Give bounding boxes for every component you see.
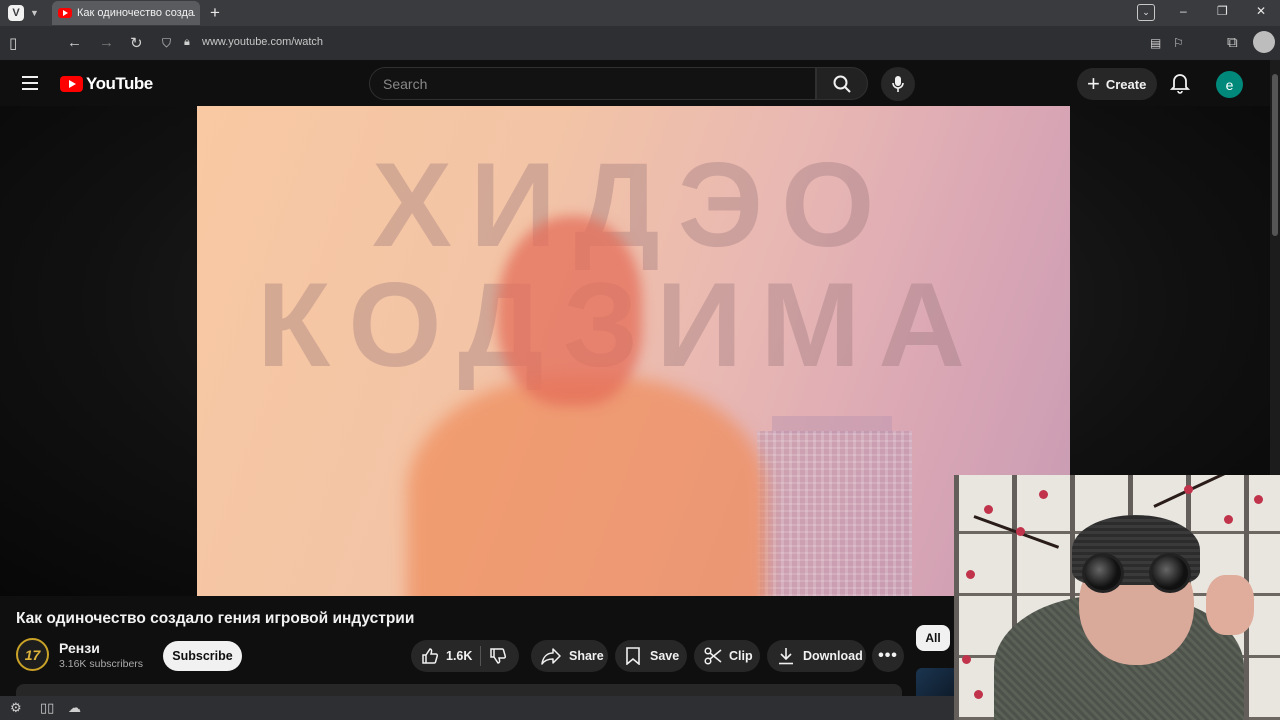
webcam-overlay — [954, 475, 1280, 720]
create-button[interactable]: + Create — [1077, 68, 1157, 100]
create-label: Create — [1105, 76, 1147, 92]
shield-icon[interactable]: ⛉ — [162, 36, 171, 51]
chevron-down-icon[interactable]: ▼ — [30, 8, 39, 18]
thumbs-up-icon — [422, 648, 439, 664]
voice-search-button[interactable] — [881, 67, 915, 101]
maximize-icon[interactable]: ❐ — [1217, 4, 1228, 18]
channel-avatar[interactable]: 17 — [16, 638, 49, 671]
like-count: 1.6K — [446, 649, 473, 663]
clip-button[interactable]: Clip — [694, 640, 760, 672]
youtube-logo-icon[interactable] — [60, 76, 83, 92]
bookmark-save-icon — [626, 647, 640, 665]
back-icon[interactable]: ← — [67, 34, 82, 51]
goggle-left — [1082, 553, 1124, 593]
bell-icon — [1169, 74, 1191, 94]
download-label: Download — [803, 649, 863, 663]
menu-icon[interactable] — [22, 76, 38, 94]
video-player[interactable]: ХИДЭО КОДЗИМА — [197, 106, 1070, 596]
forward-icon[interactable]: → — [99, 34, 114, 51]
goggle-right — [1149, 553, 1191, 593]
more-actions-button[interactable]: ••• — [872, 640, 904, 672]
blossom — [1254, 495, 1263, 504]
blossom — [1184, 485, 1193, 494]
chip-all[interactable]: All — [916, 625, 950, 651]
blossom — [1224, 515, 1233, 524]
share-icon — [541, 648, 561, 665]
clip-label: Clip — [729, 649, 753, 663]
tiling-icon[interactable]: ▯▯ — [40, 700, 54, 716]
lock-icon[interactable]: 🔒︎ — [184, 36, 190, 49]
tab-title: Как одиночество создало — [77, 7, 195, 19]
youtube-logo-text[interactable]: YouTube — [86, 74, 153, 94]
reload-icon[interactable]: ↻ — [130, 34, 143, 52]
description-box[interactable] — [16, 684, 902, 696]
thumbs-down-icon — [490, 648, 507, 664]
cloud-sync-icon[interactable]: ☁ — [68, 700, 81, 716]
vivaldi-logo[interactable]: V — [8, 5, 24, 21]
bookmark-icon[interactable]: ⚐ — [1173, 36, 1184, 50]
search-box — [369, 67, 816, 100]
extensions-icon[interactable]: ⧉ — [1227, 34, 1238, 51]
blossom — [966, 570, 975, 579]
video-title: Как одиночество создало гения игровой ин… — [16, 610, 415, 627]
subscribe-button[interactable]: Subscribe — [163, 641, 242, 671]
reader-icon[interactable]: ▤ — [1150, 36, 1161, 50]
person-silhouette-head — [497, 216, 642, 406]
browser-tab-bar: V ▼ Как одиночество создало + ⌄ – ❐ ✕ — [0, 0, 1280, 26]
save-button[interactable]: Save — [615, 640, 687, 672]
blossom — [984, 505, 993, 514]
blossom — [974, 690, 983, 699]
building — [757, 431, 912, 596]
person-silhouette-body — [407, 376, 767, 596]
url-field[interactable]: www.youtube.com/watch — [202, 36, 323, 48]
minimize-icon[interactable]: – — [1180, 4, 1187, 18]
search-input[interactable] — [370, 68, 815, 99]
blossom — [962, 655, 971, 664]
notifications-button[interactable] — [1169, 72, 1191, 99]
recommended-video-thumbnail[interactable] — [916, 668, 956, 696]
browser-status-bar: ⚙ ▯▯ ☁ — [0, 696, 954, 720]
scroll-thumb[interactable] — [1272, 74, 1278, 236]
like-separator — [480, 646, 482, 666]
youtube-header: YouTube + Create e — [0, 60, 1270, 106]
dislike-button[interactable] — [489, 647, 507, 665]
plus-icon: + — [1087, 71, 1100, 96]
download-button[interactable]: Download — [767, 640, 866, 672]
share-button[interactable]: Share — [531, 640, 608, 672]
channel-name[interactable]: Рензи — [59, 640, 100, 656]
subscriber-count: 3.16K subscribers — [59, 658, 144, 670]
new-tab-icon[interactable]: + — [210, 3, 220, 23]
browser-tab-active[interactable]: Как одиночество создало — [52, 1, 200, 25]
download-icon — [779, 648, 793, 665]
close-icon[interactable]: ✕ — [1256, 4, 1266, 18]
video-frame-text-line1: ХИДЭО — [372, 138, 893, 272]
browser-address-bar: ▯ ← → ↻ ⛉ 🔒︎ www.youtube.com/watch ▤ ⚐ ⧉ — [0, 26, 1280, 60]
more-horizontal-icon: ••• — [878, 647, 898, 664]
like-button[interactable]: 1.6K — [421, 647, 472, 665]
youtube-favicon-icon — [58, 8, 72, 18]
profile-icon[interactable] — [1253, 31, 1275, 53]
scissors-icon — [704, 647, 722, 665]
search-icon — [833, 75, 851, 93]
like-dislike-group: 1.6K — [411, 640, 519, 672]
raised-fist — [1206, 575, 1254, 635]
blossom — [1016, 527, 1025, 536]
share-label: Share — [569, 649, 604, 663]
blossom — [1039, 490, 1048, 499]
microphone-icon — [892, 76, 904, 92]
tab-list-dropdown-icon[interactable]: ⌄ — [1137, 4, 1155, 21]
save-label: Save — [650, 649, 680, 663]
search-button[interactable] — [816, 67, 868, 100]
panel-toggle-icon[interactable]: ▯ — [9, 34, 17, 52]
user-avatar[interactable]: e — [1216, 71, 1243, 98]
settings-gear-icon[interactable]: ⚙ — [10, 700, 22, 716]
